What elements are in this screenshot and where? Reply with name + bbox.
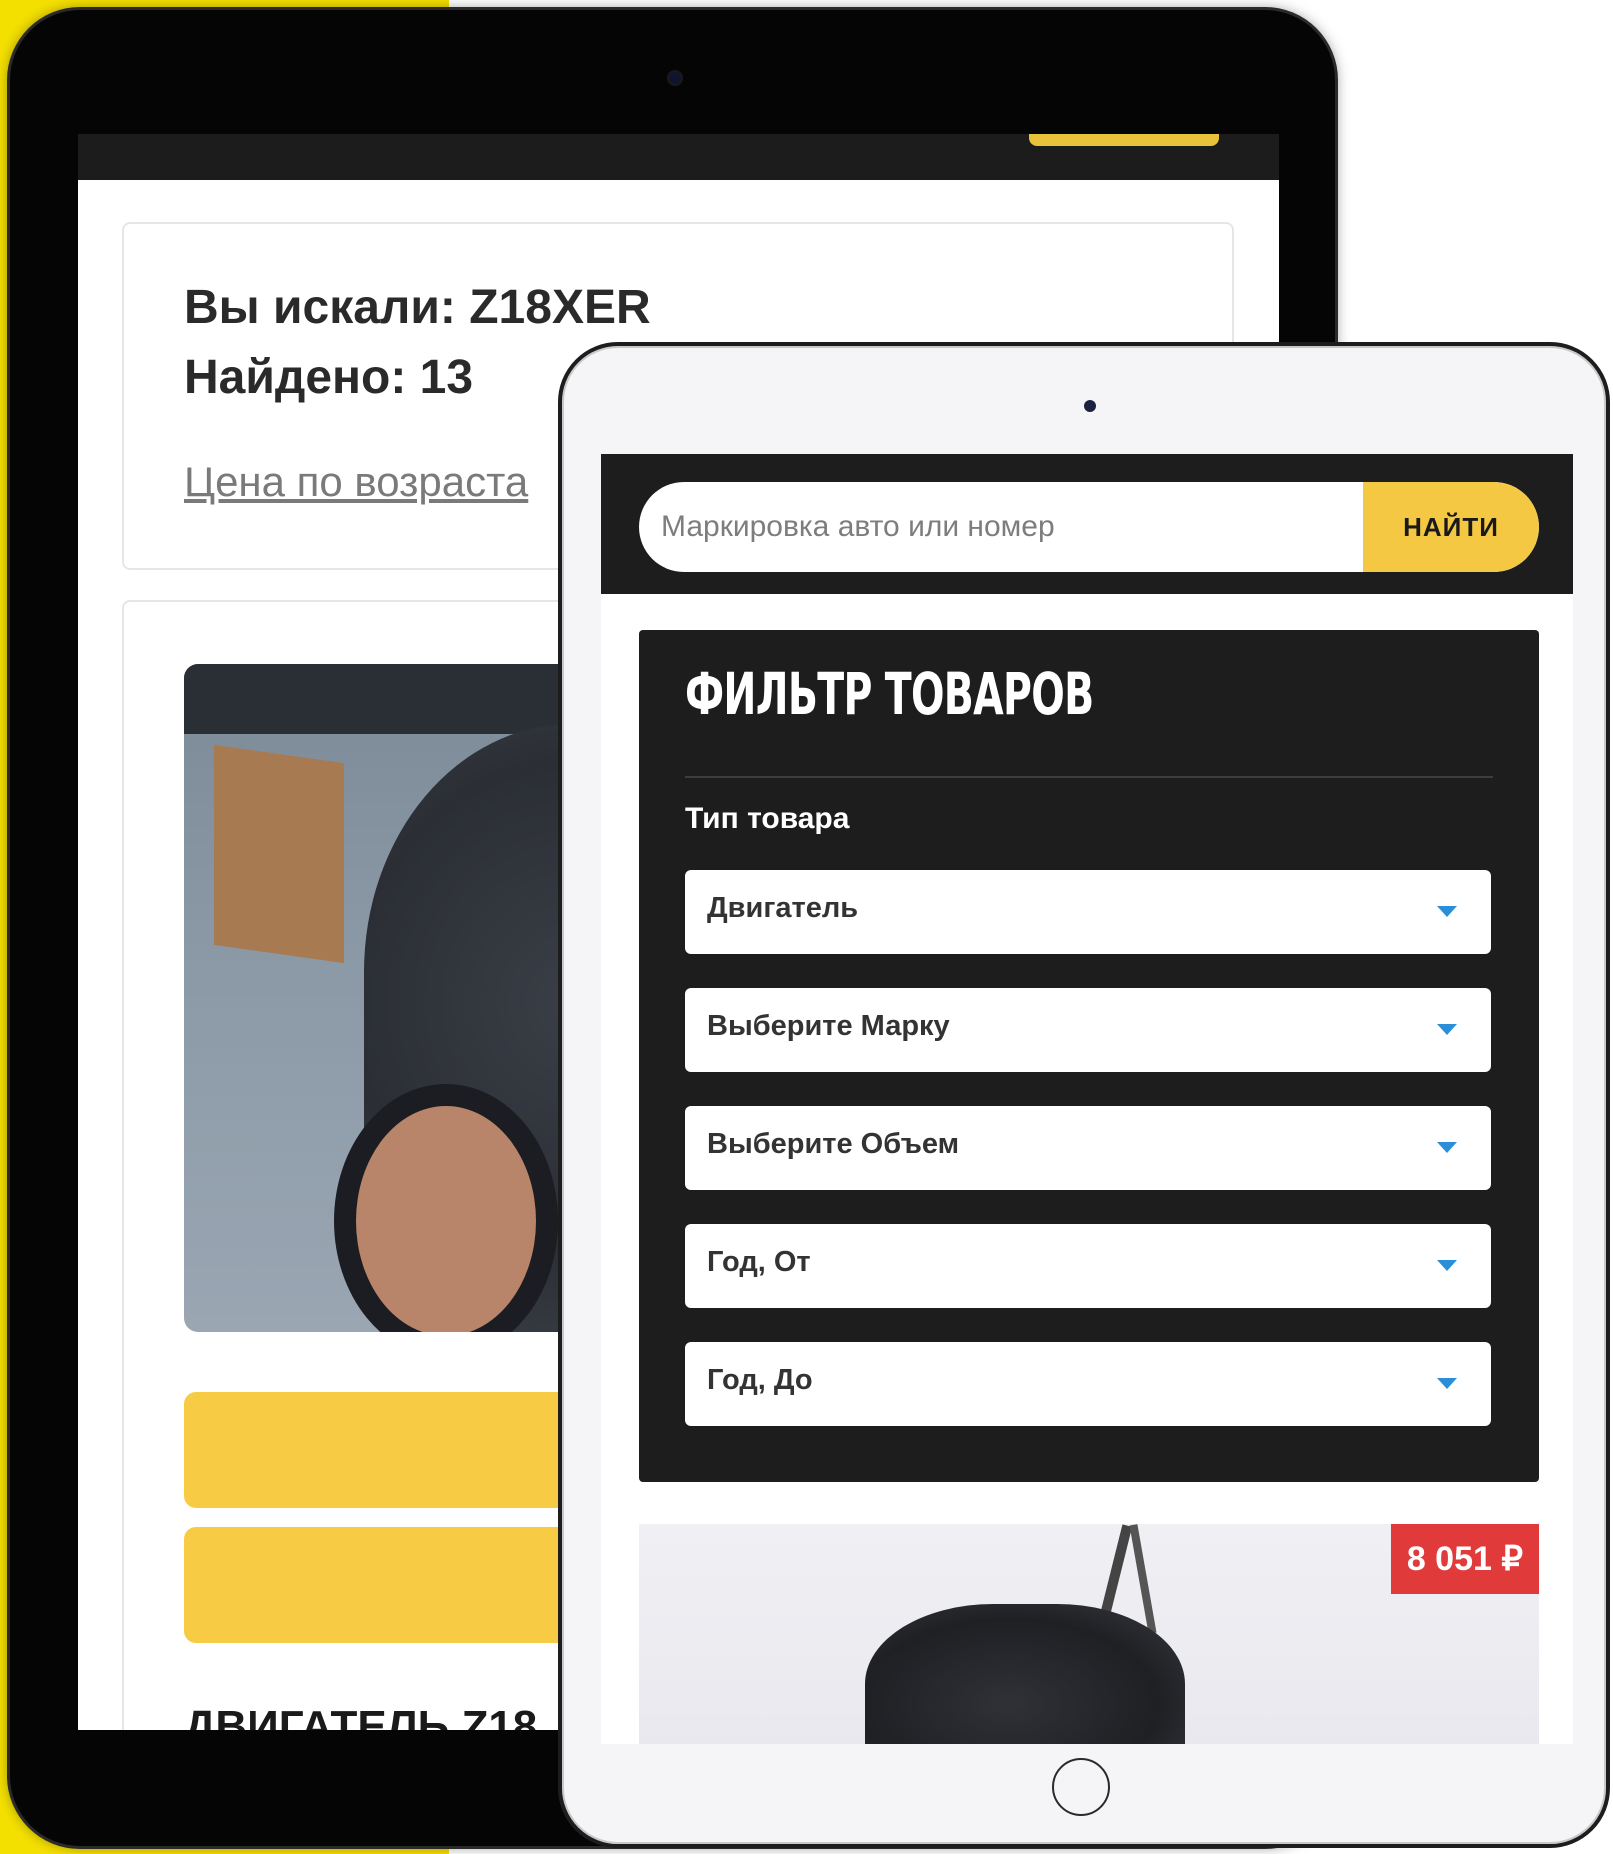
header-button-edge[interactable] [1029, 134, 1219, 146]
select-value: Год, До [707, 1364, 813, 1396]
search-query-text: Вы искали: Z18XER [184, 281, 651, 334]
volume-select[interactable]: Выберите Объем [685, 1106, 1491, 1190]
filter-title: ФИЛЬТР ТОВАРОВ [685, 660, 1094, 728]
chevron-down-icon [1437, 1260, 1457, 1271]
product-type-select[interactable]: Двигатель [685, 870, 1491, 954]
camera-icon [1084, 400, 1096, 412]
front-tablet: НАЙТИ ФИЛЬТР ТОВАРОВ Тип товара Двигател… [558, 342, 1610, 1848]
brand-select[interactable]: Выберите Марку [685, 988, 1491, 1072]
product-photo[interactable]: 8 051 ₽ [639, 1524, 1539, 1744]
photo-detail [1129, 1524, 1157, 1634]
search-form: НАЙТИ [639, 482, 1539, 572]
product-filter: ФИЛЬТР ТОВАРОВ Тип товара Двигатель Выбе… [639, 630, 1539, 1482]
select-value: Двигатель [707, 892, 859, 924]
search-button[interactable]: НАЙТИ [1363, 482, 1539, 572]
product-title: ДВИГАТЕЛЬ Z18 [184, 1702, 538, 1730]
chevron-down-icon [1437, 1024, 1457, 1035]
price-badge: 8 051 ₽ [1390, 1524, 1539, 1594]
front-tablet-screen: НАЙТИ ФИЛЬТР ТОВАРОВ Тип товара Двигател… [601, 454, 1573, 1744]
sort-link[interactable]: Цена по возраста [184, 458, 528, 506]
year-from-select[interactable]: Год, От [685, 1224, 1491, 1308]
chevron-down-icon [1437, 1378, 1457, 1389]
photo-detail [214, 744, 344, 964]
home-button[interactable] [1052, 1758, 1110, 1816]
select-value: Год, От [707, 1246, 811, 1278]
year-to-select[interactable]: Год, До [685, 1342, 1491, 1426]
select-value: Выберите Объем [707, 1128, 960, 1160]
photo-detail [865, 1604, 1185, 1744]
product-type-label: Тип товара [685, 802, 850, 835]
search-input[interactable] [639, 482, 1359, 572]
chevron-down-icon [1437, 906, 1457, 917]
header-bar [78, 134, 1279, 180]
search-bar: НАЙТИ [601, 454, 1573, 594]
chevron-down-icon [1437, 1142, 1457, 1153]
camera-icon [669, 72, 681, 84]
divider [685, 776, 1493, 778]
results-count-text: Найдено: 13 [184, 351, 474, 404]
select-value: Выберите Марку [707, 1010, 950, 1042]
